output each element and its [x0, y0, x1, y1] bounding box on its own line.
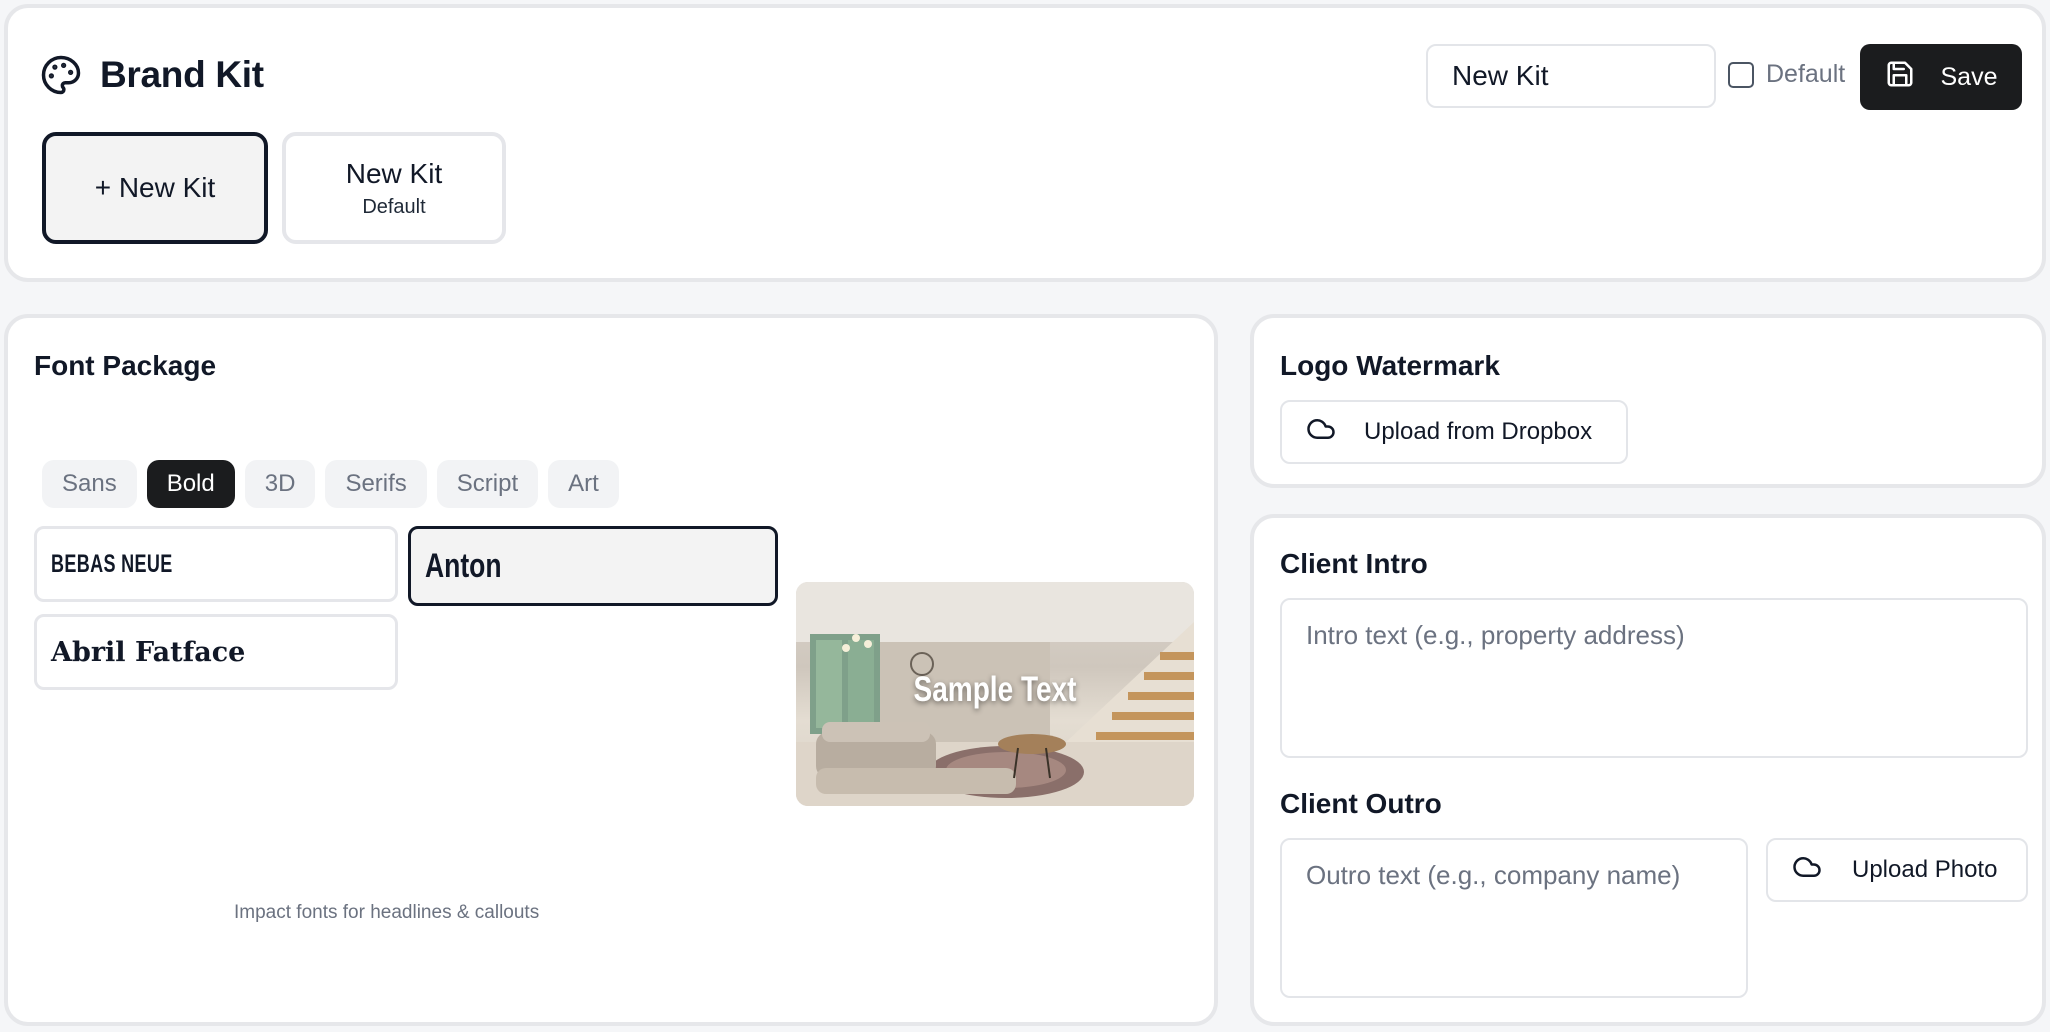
- new-kit-button[interactable]: + New Kit: [42, 132, 268, 244]
- font-option-anton[interactable]: Anton: [408, 526, 778, 606]
- default-checkbox[interactable]: [1728, 61, 1754, 88]
- font-option-label: BEBAS NEUE: [51, 549, 173, 578]
- font-category-tabs: Sans Bold 3D Serifs Script Art: [42, 460, 619, 508]
- font-option-label: Anton: [425, 546, 502, 585]
- tab-3d[interactable]: 3D: [244, 460, 316, 508]
- preview-sample-text: Sample Text: [913, 670, 1077, 709]
- kit-item[interactable]: New Kit Default: [282, 132, 506, 244]
- font-option-bebas-neue[interactable]: BEBAS NEUE: [34, 526, 398, 602]
- kit-item-name: New Kit: [345, 157, 443, 189]
- client-intro-textarea[interactable]: [1280, 598, 2028, 758]
- upload-photo-label: Upload Photo: [1852, 856, 1998, 883]
- client-intro-outro-card: Client Intro Client Outro Upload Photo: [1250, 514, 2046, 1026]
- cloud-icon: [1306, 414, 1336, 451]
- upload-from-dropbox-button[interactable]: Upload from Dropbox: [1280, 400, 1628, 464]
- upload-from-dropbox-label: Upload from Dropbox: [1364, 418, 1593, 445]
- font-package-title: Font Package: [34, 350, 217, 381]
- save-button[interactable]: Save: [1860, 44, 2022, 110]
- font-option-abril-fatface[interactable]: Abril Fatface: [34, 614, 398, 690]
- new-kit-label: + New Kit: [94, 172, 216, 203]
- client-outro-textarea[interactable]: [1280, 838, 1748, 998]
- logo-watermark-card: Logo Watermark Upload from Dropbox: [1250, 314, 2046, 488]
- logo-watermark-title: Logo Watermark: [1280, 350, 1500, 381]
- cloud-icon: [1792, 852, 1822, 889]
- upload-photo-button[interactable]: Upload Photo: [1766, 838, 2028, 902]
- tab-script[interactable]: Script: [436, 460, 539, 508]
- font-package-card: Font Package Sans Bold 3D Serifs Script …: [4, 314, 1218, 1026]
- tab-art[interactable]: Art: [548, 460, 619, 508]
- kit-name-input[interactable]: [1426, 44, 1716, 108]
- kit-item-subtitle: Default: [362, 195, 426, 218]
- palette-icon: [40, 54, 82, 96]
- tab-sans[interactable]: Sans: [42, 460, 137, 508]
- client-intro-title: Client Intro: [1280, 548, 1428, 579]
- font-package-description: Impact fonts for headlines & callouts: [234, 902, 540, 923]
- client-outro-title: Client Outro: [1280, 788, 1442, 819]
- tab-serifs[interactable]: Serifs: [325, 460, 427, 508]
- brand-kit-header-card: Brand Kit Default Save + New Kit New Kit…: [4, 4, 2046, 282]
- default-checkbox-label: Default: [1766, 60, 1846, 88]
- page-title-row: Brand Kit: [40, 54, 264, 96]
- save-button-label: Save: [1940, 62, 1998, 91]
- font-option-label: Abril Fatface: [51, 636, 246, 668]
- default-checkbox-group[interactable]: Default: [1728, 60, 1845, 89]
- tab-bold[interactable]: Bold: [146, 460, 235, 508]
- font-preview-image: Sample Text: [796, 582, 1194, 806]
- floppy-disk-icon: [1885, 59, 1915, 96]
- page-title: Brand Kit: [100, 54, 264, 95]
